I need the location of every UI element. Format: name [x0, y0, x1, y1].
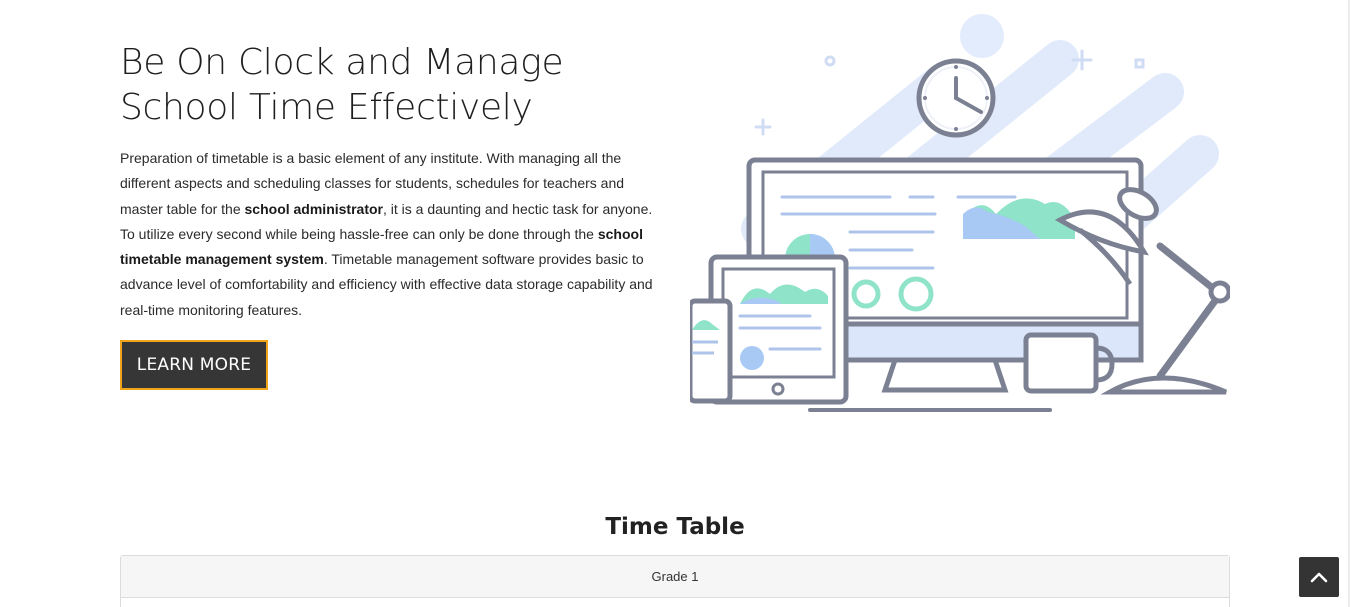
timetable-grade-header[interactable]: Grade 1: [121, 556, 1229, 598]
clock-and-devices-illustration: [687, 14, 1232, 418]
hero-title: Be On Clock and Manage School Time Effec…: [120, 40, 665, 130]
hero-description: Preparation of timetable is a basic elem…: [120, 146, 665, 323]
grade-label: Grade 1: [651, 569, 699, 584]
hero-title-line2: School Time Effectively: [120, 87, 533, 128]
timetable-panel: Grade 1: [120, 555, 1230, 607]
timetable-title: Time Table: [605, 514, 745, 540]
hero-section: Be On Clock and Manage School Time Effec…: [120, 40, 665, 323]
scroll-to-top-button[interactable]: [1299, 557, 1339, 597]
hero-body-bold-1: school administrator: [244, 200, 383, 217]
hero-title-line1: Be On Clock and Manage: [120, 42, 564, 83]
learn-more-button[interactable]: LEARN MORE: [120, 340, 268, 390]
chevron-up-icon: [1310, 572, 1328, 583]
